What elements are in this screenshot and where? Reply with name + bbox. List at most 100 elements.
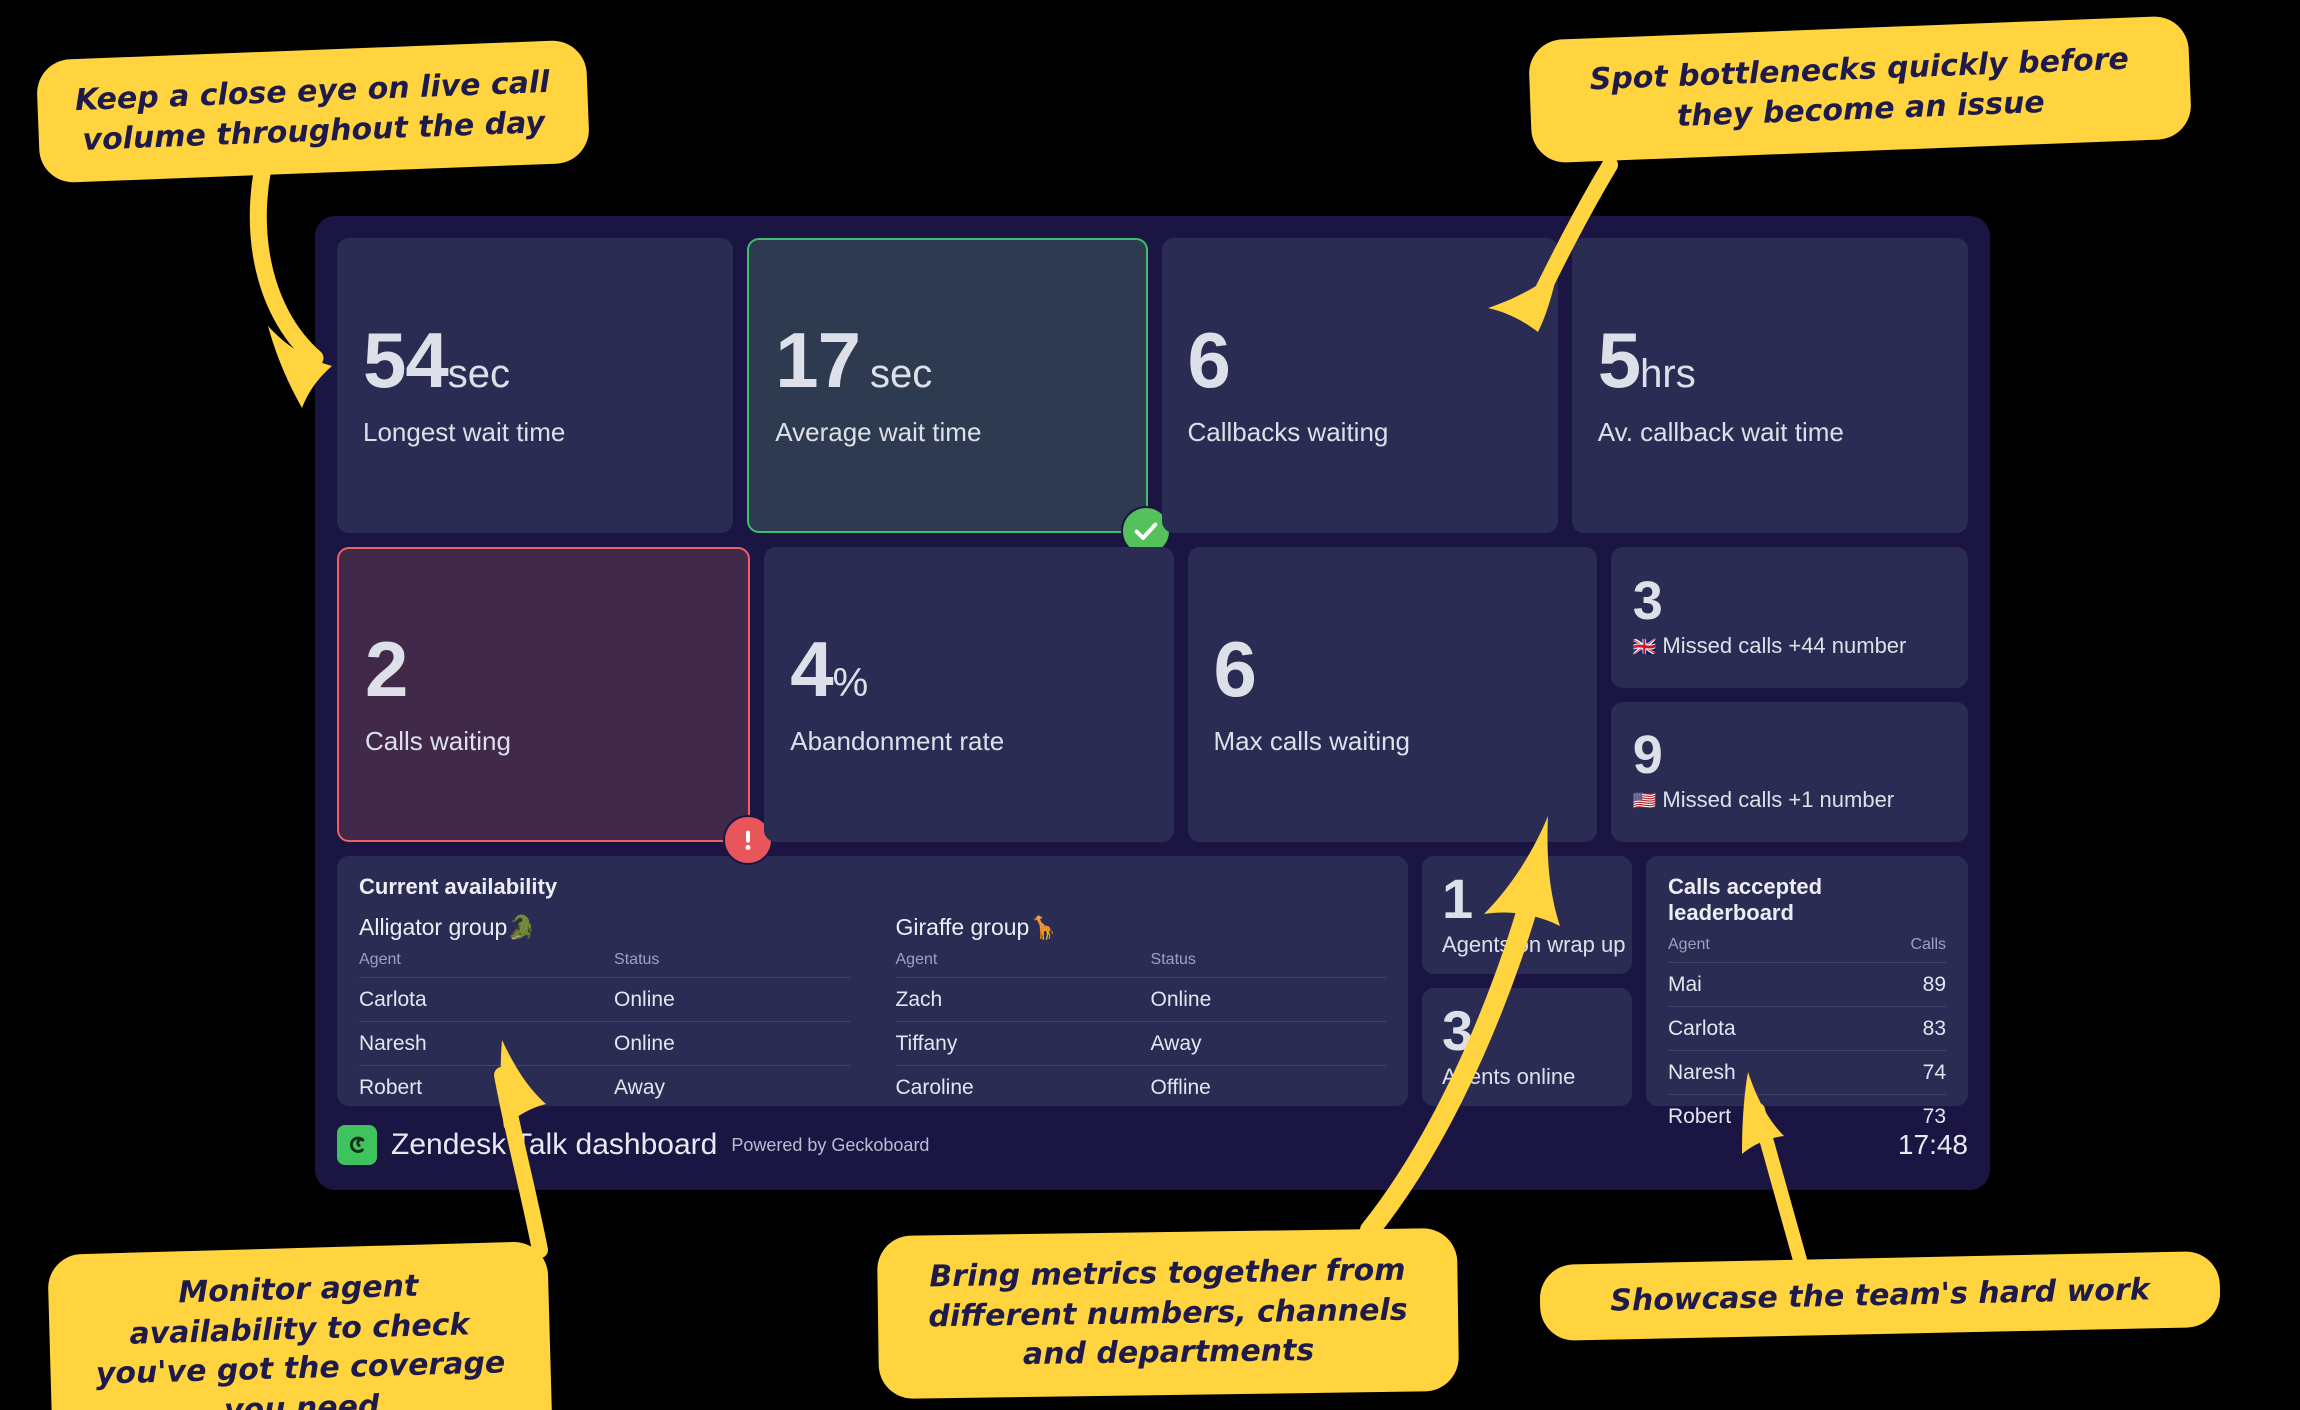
kpi-label: Missed calls +44 number [1662,632,1907,658]
cell-agent: Naresh [359,1021,615,1066]
kpi-card-calls-waiting[interactable]: 2 Calls waiting [337,547,774,865]
cell-status: Online [1150,977,1386,1022]
kpi-value: 1 [1442,871,1612,927]
table-header-row: Agent Status [359,951,850,978]
cell-calls: 89 [1850,962,1946,1007]
kpi-value: 9 [1633,728,1946,782]
kpi-unit: hrs [1640,351,1696,396]
cell-status: Online [614,977,850,1022]
kpi-card-av-callback-wait-time[interactable]: 5hrs Av. callback wait time [1571,238,1968,533]
footer-title: Zendesk Talk dashboard [391,1128,718,1161]
kpi-number: 1 [1442,867,1473,931]
kpi-value: 54sec [363,321,707,399]
kpi-row-1: 54sec Longest wait time 17 sec Average wa… [337,238,1968,556]
cell-agent: Robert [359,1076,423,1099]
cell-calls: 74 [1850,1050,1946,1095]
kpi-label: Calls waiting [365,726,511,757]
widget-title: Current availability [359,874,558,899]
kpi-value: 2 [365,630,722,708]
column-header-status: Status [614,951,850,978]
kpi-number: 6 [1187,315,1231,404]
kpi-number: 17 [775,315,861,404]
table-row: Robert Away [359,1066,850,1110]
giraffe-icon: 🦒 [1029,914,1058,940]
kpi-card-abandonment-rate[interactable]: 4% Abandonment rate [764,547,1174,842]
table-row: Tiffany Away [895,1021,1386,1066]
kpi-label-row: 🇬🇧 Missed calls +44 number [1633,633,1946,659]
table-row: Naresh 74 [1668,1050,1946,1095]
cell-agent: Tiffany [895,1021,1151,1066]
current-availability-widget[interactable]: Current availability Alligator group🐊 Ag… [337,856,1408,1106]
cell-agent: Naresh [1668,1050,1851,1095]
kpi-number: 54 [363,315,449,404]
kpi-label: Callbacks waiting [1187,417,1389,448]
availability-table: Agent Status Carlota Online Naresh Online … [359,951,850,1109]
missed-calls-column: 3 🇬🇧 Missed calls +44 number 9 🇺🇸 Missed c… [1610,547,1968,842]
agent-counts-column: 1 Agents on wrap up 3 Agents online [1422,856,1632,1106]
cell-agent: Caroline [895,1076,974,1099]
cell-status: Offline [1150,1076,1211,1099]
callout-top-left: Keep a close eye on live call volume thr… [35,39,591,184]
kpi-label: Agents on wrap up [1442,931,1626,957]
kpi-card-agents-on-wrap-up[interactable]: 1 Agents on wrap up [1422,856,1632,974]
kpi-card-max-calls-waiting[interactable]: 6 Max calls waiting [1187,547,1597,842]
kpi-label: Abandonment rate [790,726,1005,757]
widget-title: Calls accepted leaderboard [1668,874,1823,925]
availability-group-giraffe: Giraffe group🦒 Agent Status Zach Online T… [895,914,1387,1110]
table-row: Mai 89 [1668,962,1946,1007]
kpi-value: 3 [1633,574,1946,628]
kpi-label: Agents online [1442,1063,1576,1089]
kpi-card-average-wait-time[interactable]: 17 sec Average wait time [747,238,1171,556]
screenshot-stage: 54sec Longest wait time 17 sec Average wa… [0,0,2300,1410]
kpi-card-callbacks-waiting[interactable]: 6 Callbacks waiting [1161,238,1558,533]
group-name-row: Giraffe group🦒 [896,914,1387,941]
kpi-number: 2 [365,624,408,713]
cell-agent: Carlota [359,977,615,1022]
column-header-status: Status [1150,951,1386,978]
kpi-number: 5 [1597,315,1641,404]
table-row: Caroline Offline [896,1066,1387,1110]
kpi-card-longest-wait-time[interactable]: 54sec Longest wait time [337,238,734,533]
zendesk-logo-icon [337,1125,377,1165]
kpi-card-missed-calls-44[interactable]: 3 🇬🇧 Missed calls +44 number [1610,547,1968,688]
callout-bottom-mid: Bring metrics together from different nu… [876,1227,1460,1399]
column-header-agent: Agent [359,951,615,978]
kpi-value: 6 [1214,630,1571,708]
column-header-agent: Agent [1668,936,1851,963]
calls-accepted-leaderboard-widget[interactable]: Calls accepted leaderboard Agent Calls M… [1646,856,1968,1128]
availability-table: Agent Status Zach Online Tiffany Away Caro… [895,951,1387,1110]
cell-agent: Zach [895,977,1151,1022]
footer-subtitle: Powered by Geckoboard [731,1134,930,1155]
kpi-label: Missed calls +1 number [1662,787,1895,813]
dashboard-bottom-row: Current availability Alligator group🐊 Ag… [337,856,1968,1128]
alligator-icon: 🐊 [507,914,536,940]
kpi-number: 6 [1213,624,1257,713]
table-row: Carlota 83 [1668,1006,1946,1051]
kpi-row-2: 2 Calls waiting 4% Abandonment rate 6 Ma… [337,547,1968,865]
group-name-row: Alligator group🐊 [359,914,850,941]
kpi-value: 6 [1188,321,1532,399]
table-header-row: Agent Calls [1668,936,1946,963]
kpi-number: 3 [1442,999,1473,1063]
cell-status: Online [614,1021,850,1066]
kpi-number: 4 [790,624,833,713]
dashboard-footer: Zendesk Talk dashboard Powered by Geckob… [337,1122,1968,1168]
kpi-value: 3 [1442,1003,1612,1059]
kpi-card-missed-calls-1[interactable]: 9 🇺🇸 Missed calls +1 number [1610,701,1968,842]
callout-top-right: Spot bottlenecks quickly before they bec… [1527,15,2193,164]
availability-group-alligator: Alligator group🐊 Agent Status Carlota Onl… [359,914,850,1109]
zendesk-talk-dashboard: 54sec Longest wait time 17 sec Average wa… [315,216,1990,1190]
column-header-agent: Agent [895,951,1151,978]
table-row: Zach Online [895,977,1386,1022]
availability-groups: Alligator group🐊 Agent Status Carlota Onl… [359,914,1386,1109]
kpi-label-row: 🇺🇸 Missed calls +1 number [1633,787,1946,813]
kpi-value: 4% [790,630,1147,708]
us-flag-icon: 🇺🇸 [1632,791,1657,813]
kpi-value: 17 sec [775,321,1119,399]
kpi-card-agents-online[interactable]: 3 Agents online [1422,988,1632,1106]
kpi-label: Av. callback wait time [1597,417,1844,448]
kpi-label: Max calls waiting [1213,726,1411,757]
kpi-value: 5hrs [1598,321,1942,399]
table-row: Naresh Online [359,1021,850,1066]
cell-agent: Mai [1668,962,1851,1007]
